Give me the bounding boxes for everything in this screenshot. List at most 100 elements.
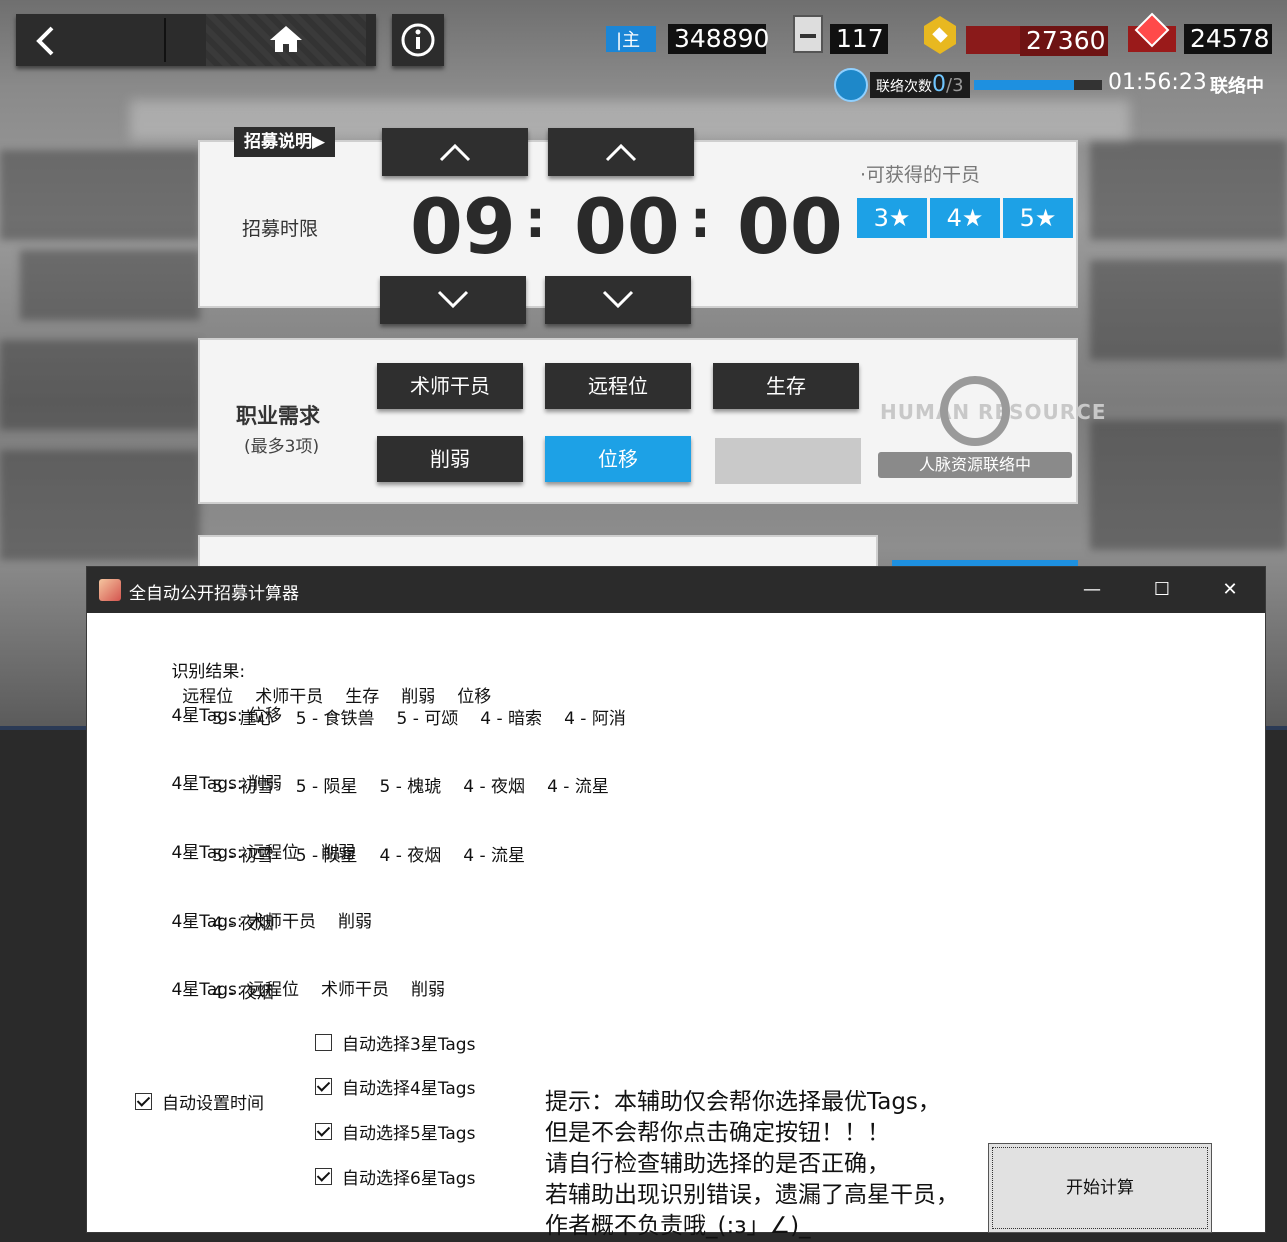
home-button[interactable] xyxy=(206,14,366,66)
checkbox-label: 自动设置时间 xyxy=(162,1094,264,1114)
bg-blur xyxy=(1090,260,1287,360)
hr-link-button[interactable]: 人脉资源联络中 xyxy=(878,452,1072,478)
operator-entry: 4 - 阿消 xyxy=(564,709,626,729)
start-calculate-button[interactable]: 开始计算 xyxy=(988,1143,1212,1233)
window-content: 识别结果: 远程位 术师干员 生存 削弱 位移 4星Tags: 位移 5 - 崖心 5 -… xyxy=(87,613,1265,1239)
result-operators: 5 - 崖心 5 - 食铁兽 5 - 可颂 4 - 暗索 4 - 阿消 xyxy=(212,704,648,729)
checkbox-icon[interactable] xyxy=(315,1168,332,1185)
checkbox-label: 自动选择5星Tags xyxy=(342,1124,476,1144)
bg-blur xyxy=(20,250,200,320)
operator-entry: 5 - 槐琥 xyxy=(379,777,442,797)
chevron-up-icon xyxy=(605,143,637,162)
expedited-plan-icon xyxy=(793,15,823,53)
star-badge-3: 3★ xyxy=(857,198,927,238)
operator-entry: 5 - 陨星 xyxy=(295,846,358,866)
home-icon xyxy=(270,26,302,52)
result-tag: 削弱 xyxy=(338,912,373,932)
operator-entry: 5 - 陨星 xyxy=(295,777,358,797)
info-icon xyxy=(401,23,435,57)
available-operators-label: ·可获得的干员 xyxy=(860,164,981,186)
minute-down-button[interactable] xyxy=(545,276,691,324)
bg-blur xyxy=(0,450,200,560)
expedited-plan-counter: 117 xyxy=(790,14,896,54)
job-requirement-label: 职业需求 xyxy=(236,404,320,428)
checkbox-icon[interactable] xyxy=(135,1093,152,1110)
link-time: 01:56:23 xyxy=(1108,70,1207,95)
auto-select-5star-checkbox[interactable]: 自动选择5星Tags xyxy=(315,1119,475,1144)
minute-up-button[interactable] xyxy=(548,128,694,176)
auto-select-4star-checkbox[interactable]: 自动选择4星Tags xyxy=(315,1074,475,1099)
operator-entry: 5 - 初雪 xyxy=(212,777,274,797)
refresh-icon[interactable] xyxy=(940,376,1010,446)
result-operators: 5 - 初雪 5 - 陨星 5 - 槐琥 4 - 夜烟 4 - 流星 xyxy=(212,772,631,797)
hint-text: 提示：本辅助仅会帮你选择最优Tags， 但是不会帮你点击确定按钮！！！ 请自行检… xyxy=(545,1087,959,1242)
hint-line: 但是不会帮你点击确定按钮！！！ xyxy=(545,1120,890,1146)
time-separator: : xyxy=(690,190,711,250)
bg-blur xyxy=(1090,420,1287,550)
time-hours: 09 xyxy=(410,182,516,271)
orundum-counter: 24578 xyxy=(1124,12,1272,54)
recognition-label: 识别结果: xyxy=(171,662,246,682)
tag-button-ranged[interactable]: 远程位 xyxy=(545,363,691,409)
window-titlebar[interactable]: 全自动公开招募计算器 — ☐ ✕ xyxy=(87,567,1265,613)
recruit-help-button[interactable]: 招募说明▶ xyxy=(234,127,336,157)
info-button[interactable] xyxy=(392,14,444,66)
star-badge-5: 5★ xyxy=(1003,198,1073,238)
operator-entry: 4 - 夜烟 xyxy=(463,777,526,797)
back-arrow-icon[interactable] xyxy=(34,26,58,56)
auto-select-3star-checkbox[interactable]: 自动选择3星Tags xyxy=(315,1030,475,1055)
time-seconds: 00 xyxy=(737,182,843,271)
hint-line: 作者概不负责哦_(:з」∠)_ xyxy=(545,1213,811,1239)
checkbox-icon[interactable] xyxy=(315,1034,332,1051)
window-title: 全自动公开招募计算器 xyxy=(129,584,299,604)
calculator-window: 全自动公开招募计算器 — ☐ ✕ 识别结果: 远程位 术师干员 生存 削弱 位移 4星T… xyxy=(86,566,1266,1239)
hour-up-button[interactable] xyxy=(382,128,528,176)
link-count: 0 xyxy=(932,72,946,97)
result-tag: 削弱 xyxy=(411,980,446,1000)
job-requirement-sub: (最多3项) xyxy=(244,437,320,457)
result-header: 4星Tags: 远程位 术师干员 削弱 xyxy=(139,955,467,1020)
checkbox-icon[interactable] xyxy=(315,1078,332,1095)
recruit-permit-counter: |主 348890 xyxy=(604,24,769,54)
orundum-icon xyxy=(1128,12,1176,52)
result-tag: 术师干员 xyxy=(321,980,390,1000)
checkbox-icon[interactable] xyxy=(315,1123,332,1140)
tag-button-caster[interactable]: 术师干员 xyxy=(377,363,523,409)
gold-gem-icon xyxy=(924,16,1026,54)
auto-time-checkbox[interactable]: 自动设置时间 xyxy=(135,1089,264,1114)
minimize-button[interactable]: — xyxy=(1057,567,1127,613)
link-progress-bar xyxy=(974,80,1102,90)
hour-down-button[interactable] xyxy=(380,276,526,324)
tag-button-empty[interactable] xyxy=(715,438,861,484)
back-home-bar xyxy=(16,14,376,66)
divider xyxy=(164,18,166,62)
hint-line: 提示：本辅助仅会帮你选择最优Tags， xyxy=(545,1089,941,1115)
result-operators: 4 - 夜烟 xyxy=(212,909,296,934)
chevron-down-icon xyxy=(602,290,634,309)
close-button[interactable]: ✕ xyxy=(1195,567,1265,613)
tag-button-shift[interactable]: 位移 xyxy=(545,436,691,482)
lmd-counter: 27360 xyxy=(912,14,1108,56)
result-operators: 4 - 夜烟 xyxy=(212,978,296,1003)
operator-entry: 4 - 流星 xyxy=(547,777,609,797)
hint-line: 请自行检查辅助选择的是否正确， xyxy=(545,1151,890,1177)
time-minutes: 00 xyxy=(574,182,680,271)
time-separator: : xyxy=(525,190,546,250)
orundum-value: 24578 xyxy=(1184,24,1272,54)
link-max: /3 xyxy=(946,75,964,96)
tag-button-survival[interactable]: 生存 xyxy=(713,363,859,409)
operator-entry: 5 - 可颂 xyxy=(396,709,459,729)
link-label: 联络次数 xyxy=(876,79,932,95)
tag-button-debuff[interactable]: 削弱 xyxy=(377,436,523,482)
time-limit-label: 招募时限 xyxy=(242,218,319,240)
bg-blur xyxy=(0,340,200,430)
star-badge-4: 4★ xyxy=(930,198,1000,238)
hint-line: 若辅助出现识别错误，遗漏了高星干员， xyxy=(545,1182,959,1208)
recruit-permit-icon: |主 xyxy=(606,26,656,52)
auto-select-6star-checkbox[interactable]: 自动选择6星Tags xyxy=(315,1164,475,1189)
maximize-button[interactable]: ☐ xyxy=(1127,567,1197,613)
lmd-value: 27360 xyxy=(1020,26,1108,56)
operator-entry: 4 - 夜烟 xyxy=(212,983,274,1003)
link-status: 联络中 xyxy=(1210,76,1264,97)
bg-blur xyxy=(0,150,200,240)
